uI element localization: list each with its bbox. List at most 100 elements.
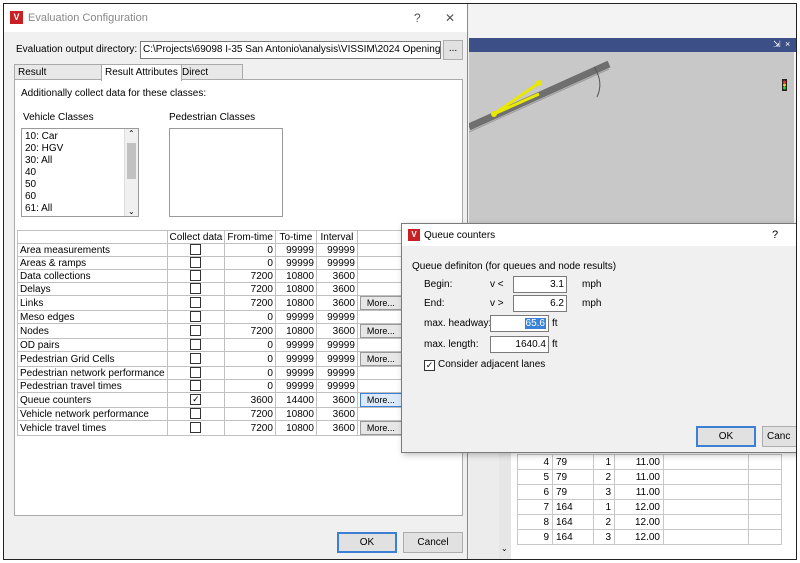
- interval-cell[interactable]: 99999: [315, 310, 358, 324]
- cell[interactable]: [748, 454, 782, 470]
- cell[interactable]: 79: [552, 454, 594, 470]
- interval-cell[interactable]: 99999: [315, 243, 358, 257]
- begin-speed-field[interactable]: 3.1: [513, 276, 567, 293]
- from-time-cell[interactable]: 0: [224, 310, 276, 324]
- interval-cell[interactable]: 99999: [315, 379, 358, 393]
- interval-cell[interactable]: 99999: [315, 366, 358, 380]
- to-time-cell[interactable]: 10800: [274, 407, 317, 421]
- max-length-field[interactable]: 1640.4: [490, 336, 549, 353]
- output-dir-field[interactable]: C:\Projects\69098 I-35 San Antonio\analy…: [140, 41, 441, 59]
- table-row[interactable]: 7 164 1 12.00: [517, 499, 782, 515]
- from-time-cell[interactable]: 0: [224, 366, 276, 380]
- to-time-cell[interactable]: 99999: [274, 256, 317, 270]
- collect-data-checkbox[interactable]: [190, 297, 202, 309]
- list-item[interactable]: 50: [25, 179, 36, 190]
- more-button[interactable]: More...: [359, 393, 402, 407]
- from-time-cell[interactable]: 0: [224, 379, 276, 393]
- interval-cell[interactable]: 3600: [315, 269, 358, 283]
- from-time-cell[interactable]: 7200: [224, 407, 276, 421]
- cell[interactable]: 164: [552, 514, 594, 530]
- to-time-cell[interactable]: 14400: [274, 392, 317, 408]
- cell[interactable]: [663, 499, 749, 515]
- tab-result-management[interactable]: Result Management: [14, 64, 105, 93]
- more-button[interactable]: More...: [359, 296, 402, 310]
- end-speed-field[interactable]: 6.2: [513, 295, 567, 312]
- cell[interactable]: [748, 514, 782, 530]
- interval-cell[interactable]: 99999: [315, 338, 358, 352]
- list-item[interactable]: 30: All: [25, 155, 52, 166]
- cell[interactable]: 79: [552, 484, 594, 500]
- list-item[interactable]: 60: [25, 191, 36, 202]
- to-time-cell[interactable]: 99999: [274, 351, 317, 367]
- collect-data-checkbox[interactable]: ✓: [190, 394, 202, 406]
- table-row[interactable]: 8 164 2 12.00: [517, 514, 782, 530]
- pin-icon[interactable]: ⇲: [773, 39, 781, 50]
- queue-ok-button[interactable]: OK: [696, 426, 756, 447]
- more-button[interactable]: More...: [359, 421, 402, 435]
- more-button[interactable]: More...: [359, 352, 402, 366]
- more-button[interactable]: More...: [359, 324, 402, 338]
- collect-data-checkbox[interactable]: [190, 325, 202, 337]
- cell[interactable]: 2: [593, 469, 615, 485]
- queue-cancel-button[interactable]: Canc: [762, 426, 796, 447]
- scroll-thumb[interactable]: [127, 143, 136, 179]
- cell[interactable]: [663, 484, 749, 500]
- cell[interactable]: 164: [552, 499, 594, 515]
- collect-data-checkbox[interactable]: [190, 270, 202, 282]
- interval-cell[interactable]: 3600: [315, 392, 358, 408]
- cell[interactable]: [748, 499, 782, 515]
- table-row[interactable]: 5 79 2 11.00: [517, 469, 782, 485]
- cell[interactable]: 79: [552, 469, 594, 485]
- table-row[interactable]: 4 79 1 11.00: [517, 454, 782, 470]
- pedestrian-classes-list[interactable]: [169, 128, 283, 217]
- interval-cell[interactable]: 99999: [315, 256, 358, 270]
- list-item[interactable]: 20: HGV: [25, 143, 63, 154]
- cell[interactable]: [663, 469, 749, 485]
- collect-data-checkbox[interactable]: [190, 422, 202, 434]
- from-time-cell[interactable]: 7200: [224, 269, 276, 283]
- list-item[interactable]: 40: [25, 167, 36, 178]
- interval-cell[interactable]: 3600: [315, 420, 358, 436]
- to-time-cell[interactable]: 10800: [274, 323, 317, 339]
- to-time-cell[interactable]: 10800: [274, 269, 317, 283]
- from-time-cell[interactable]: 3600: [224, 392, 276, 408]
- to-time-cell[interactable]: 99999: [274, 338, 317, 352]
- signal-head-icon[interactable]: [782, 79, 787, 91]
- cell[interactable]: [748, 484, 782, 500]
- table-row[interactable]: 9 164 3 12.00: [517, 529, 782, 545]
- cell[interactable]: [663, 454, 749, 470]
- to-time-cell[interactable]: 99999: [274, 310, 317, 324]
- table-row[interactable]: 6 79 3 11.00: [517, 484, 782, 500]
- cell[interactable]: 12.00: [614, 529, 664, 545]
- to-time-cell[interactable]: 99999: [274, 366, 317, 380]
- from-time-cell[interactable]: 7200: [224, 295, 276, 311]
- collect-data-checkbox[interactable]: [190, 367, 202, 379]
- list-item[interactable]: 61: All: [25, 203, 52, 214]
- cell[interactable]: 3: [593, 484, 615, 500]
- cancel-button[interactable]: Cancel: [403, 532, 463, 553]
- help-button[interactable]: ?: [414, 11, 421, 25]
- interval-cell[interactable]: 99999: [315, 351, 358, 367]
- vehicle-classes-list[interactable]: 10: Car 20: HGV 30: All 40 50 60 61: All…: [21, 128, 139, 217]
- adjacent-lanes-checkbox[interactable]: ✓: [424, 360, 435, 371]
- from-time-cell[interactable]: 0: [224, 256, 276, 270]
- to-time-cell[interactable]: 99999: [274, 379, 317, 393]
- interval-cell[interactable]: 3600: [315, 323, 358, 339]
- to-time-cell[interactable]: 10800: [274, 282, 317, 296]
- collect-data-checkbox[interactable]: [190, 283, 202, 295]
- list-scrollbar[interactable]: ⌃ ⌄: [124, 129, 138, 216]
- interval-cell[interactable]: 3600: [315, 295, 358, 311]
- to-time-cell[interactable]: 99999: [274, 243, 317, 257]
- cell[interactable]: 3: [593, 529, 615, 545]
- close-pane-icon[interactable]: ×: [785, 39, 790, 49]
- interval-cell[interactable]: 3600: [315, 407, 358, 421]
- collect-data-checkbox[interactable]: [190, 311, 202, 323]
- browse-button[interactable]: ...: [443, 40, 463, 60]
- collect-data-checkbox[interactable]: [190, 339, 202, 351]
- collect-data-checkbox[interactable]: [190, 408, 202, 420]
- scroll-down-icon[interactable]: ⌄: [128, 207, 135, 216]
- to-time-cell[interactable]: 10800: [274, 295, 317, 311]
- collect-data-checkbox[interactable]: [190, 244, 202, 256]
- cell[interactable]: 11.00: [614, 454, 664, 470]
- cell[interactable]: 1: [593, 499, 615, 515]
